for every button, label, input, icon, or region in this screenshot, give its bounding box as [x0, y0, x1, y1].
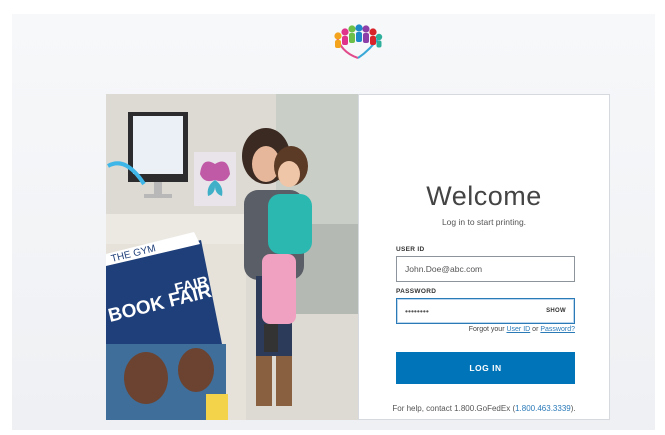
forgot-prefix: Forgot your [468, 326, 505, 333]
forgot-user-id-link[interactable]: User ID [506, 326, 530, 333]
password-field[interactable]: •••••••• SHOW [396, 298, 575, 324]
forgot-credentials: Forgot your User ID or Password? [396, 326, 575, 333]
login-button[interactable]: LOG IN [396, 352, 575, 384]
help-prefix: For help, contact 1.800.GoFedEx ( [392, 404, 516, 413]
password-value: •••••••• [405, 306, 429, 316]
help-suffix: ). [570, 404, 576, 413]
mother-child-printing-photo-icon: THE GYM BOOK FAIR FAIR [106, 94, 358, 420]
welcome-title: Welcome [426, 181, 542, 211]
welcome-subtitle: Log in to start printing. [441, 217, 527, 227]
user-id-field[interactable]: John.Doe@abc.com [396, 256, 575, 282]
login-card: Welcome Log in to start printing. USER I… [358, 94, 610, 420]
hero-photo: THE GYM BOOK FAIR FAIR [106, 94, 358, 420]
logo-icon [334, 24, 383, 59]
password-label: PASSWORD [396, 288, 437, 295]
user-id-label: USER ID [396, 246, 425, 253]
show-password-button[interactable]: SHOW [546, 308, 566, 314]
user-id-value: John.Doe@abc.com [405, 264, 483, 274]
help-phone-link[interactable]: 1.800.463.3339 [515, 404, 571, 413]
forgot-or: or [532, 326, 539, 333]
forgot-password-link[interactable]: Password? [540, 326, 575, 333]
help-text: For help, contact 1.800.GoFedEx (1.800.4… [359, 404, 609, 413]
